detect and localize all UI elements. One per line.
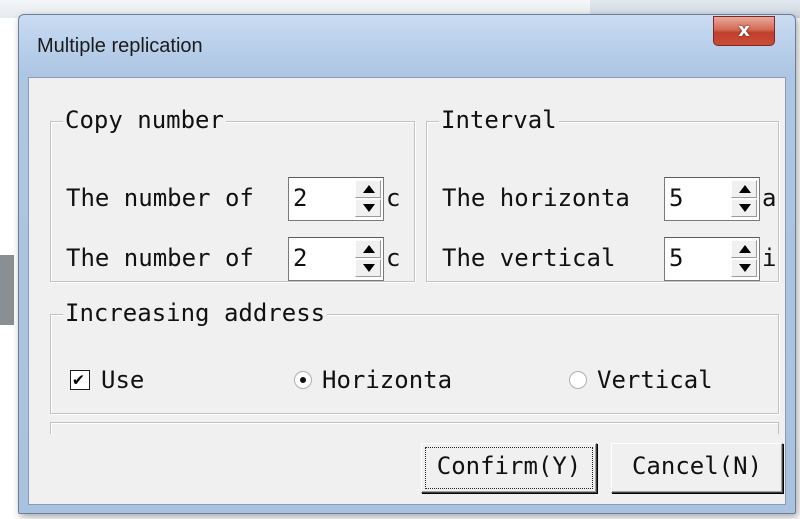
copy-number-row2-label: The number of xyxy=(66,244,254,272)
increasing-address-group: Increasing address ✔ Use Horizonta Verti… xyxy=(50,298,779,414)
stepper-buttons xyxy=(355,180,381,218)
copy-number-row2-suffix: c xyxy=(386,244,400,272)
interval-row2-suffix: ic xyxy=(762,244,776,272)
screen: Multiple replication x Copy number The n… xyxy=(0,0,800,519)
spin-up-arrow-icon[interactable] xyxy=(731,240,757,258)
copy-number-row1-stepper[interactable]: 2 xyxy=(288,177,384,221)
secondary-group-edge xyxy=(50,422,779,434)
background-window-edge xyxy=(0,255,14,325)
copy-number-row2-value: 2 xyxy=(293,244,308,272)
spin-up-arrow-icon[interactable] xyxy=(731,180,757,198)
copy-number-group: Copy number The number of 2 c The number… xyxy=(50,105,415,282)
copy-number-row1-suffix: c xyxy=(386,184,400,212)
stepper-buttons xyxy=(731,240,757,278)
interval-row1-value: 5 xyxy=(669,184,684,212)
horizontal-radio-label[interactable]: Horizonta xyxy=(322,365,482,395)
spin-up-arrow-icon[interactable] xyxy=(355,180,381,198)
vertical-radio-label[interactable]: Vertical xyxy=(597,365,713,395)
interval-row1-label: The horizonta xyxy=(442,184,630,212)
interval-legend: Interval xyxy=(439,105,559,135)
stepper-buttons xyxy=(355,240,381,278)
interval-group: Interval The horizonta 5 a The vertical … xyxy=(426,105,779,282)
cancel-button[interactable]: Cancel(N) xyxy=(611,443,783,493)
use-label[interactable]: Use xyxy=(101,365,144,395)
interval-row1-suffix: a xyxy=(762,184,776,212)
spin-up-arrow-icon[interactable] xyxy=(355,240,381,258)
increasing-address-legend: Increasing address xyxy=(63,298,328,328)
titlebar[interactable]: Multiple replication x xyxy=(19,15,795,77)
confirm-button[interactable]: Confirm(Y) xyxy=(421,443,597,493)
use-checkbox[interactable]: ✔ xyxy=(70,369,90,390)
multiple-replication-dialog: Multiple replication x Copy number The n… xyxy=(18,14,796,514)
checkmark-icon: ✔ xyxy=(73,369,84,390)
interval-row2-stepper[interactable]: 5 xyxy=(664,237,760,281)
copy-number-row2-stepper[interactable]: 2 xyxy=(288,237,384,281)
copy-number-row1-value: 2 xyxy=(293,184,308,212)
copy-number-legend: Copy number xyxy=(63,105,226,135)
spin-down-arrow-icon[interactable] xyxy=(355,199,381,217)
close-icon: x xyxy=(738,20,750,41)
spin-down-arrow-icon[interactable] xyxy=(355,259,381,277)
copy-number-row1-label: The number of xyxy=(66,184,254,212)
interval-row2-value: 5 xyxy=(669,244,684,272)
horizontal-radio[interactable] xyxy=(294,371,312,389)
stepper-buttons xyxy=(731,180,757,218)
vertical-radio[interactable] xyxy=(569,371,587,389)
dialog-body: Copy number The number of 2 c The number… xyxy=(28,77,786,505)
interval-row1-stepper[interactable]: 5 xyxy=(664,177,760,221)
interval-row2-label: The vertical xyxy=(442,244,616,272)
spin-down-arrow-icon[interactable] xyxy=(731,259,757,277)
dialog-title: Multiple replication xyxy=(37,35,203,57)
close-button[interactable]: x xyxy=(713,16,775,46)
spin-down-arrow-icon[interactable] xyxy=(731,199,757,217)
